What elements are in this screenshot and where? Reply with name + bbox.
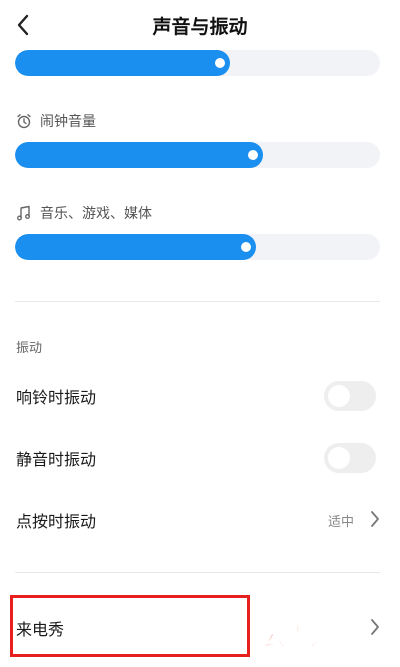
alarm-volume-label-row: 闹钟音量: [16, 111, 96, 131]
media-volume-label: 音乐、游戏、媒体: [40, 206, 152, 222]
silent-vibrate-row[interactable]: 静音时振动: [0, 432, 400, 482]
slider-fill: [15, 234, 256, 260]
ring-vibrate-label: 响铃时振动: [16, 388, 97, 407]
slider-thumb[interactable]: [215, 58, 225, 68]
top-bar: 声音与振动: [0, 0, 400, 52]
ringtone-volume-slider[interactable]: [15, 50, 380, 76]
touch-vibrate-row[interactable]: 点按时振动 适中: [0, 494, 400, 544]
divider: [15, 572, 380, 573]
media-volume-label-row: 音乐、游戏、媒体: [16, 203, 152, 223]
chevron-right-icon: [371, 619, 379, 635]
alarm-volume-label: 闹钟音量: [40, 114, 96, 130]
touch-vibrate-value: 适中: [327, 515, 354, 530]
ring-vibrate-toggle[interactable]: [324, 381, 376, 411]
silent-vibrate-label: 静音时振动: [16, 450, 97, 469]
ring-vibrate-row[interactable]: 响铃时振动: [0, 370, 400, 420]
slider-fill: [15, 50, 230, 76]
slider-thumb[interactable]: [241, 242, 251, 252]
music-note-icon: [17, 205, 30, 221]
divider: [15, 301, 380, 302]
alarm-clock-icon: [17, 114, 31, 129]
slider-thumb[interactable]: [248, 150, 258, 160]
slider-fill: [15, 142, 263, 168]
toggle-knob: [328, 447, 350, 469]
alarm-volume-slider[interactable]: [15, 142, 380, 168]
touch-vibrate-label: 点按时振动: [16, 512, 97, 531]
highlight-annotation-box: [10, 595, 250, 657]
vibration-section-title: 振动: [16, 341, 43, 356]
toggle-knob: [328, 385, 350, 407]
watermark-text: 云南龙网: [262, 623, 359, 652]
chevron-right-icon: [371, 511, 379, 527]
page-title: 声音与振动: [152, 16, 248, 38]
media-volume-slider[interactable]: [15, 234, 380, 260]
silent-vibrate-toggle[interactable]: [324, 443, 376, 473]
